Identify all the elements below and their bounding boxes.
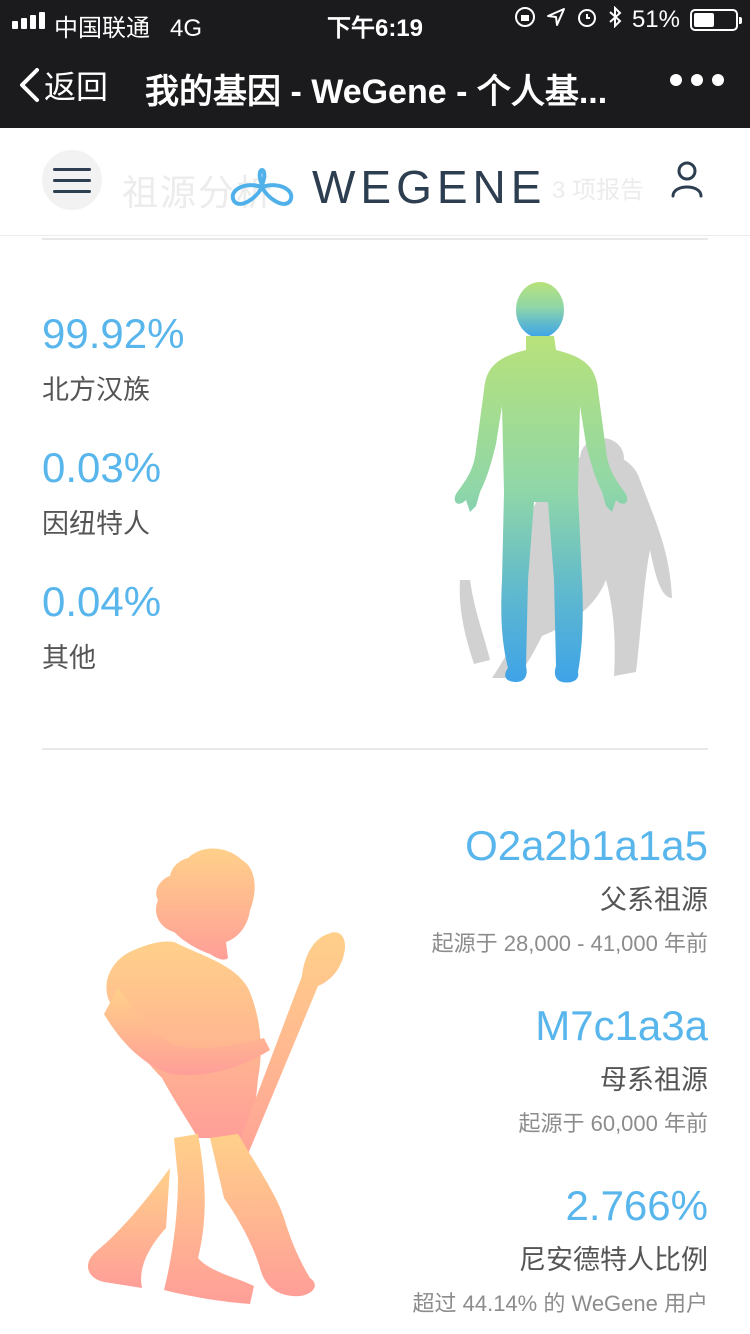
chevron-left-icon <box>20 68 39 102</box>
logo-text: WEGENE <box>312 161 547 213</box>
back-label: 返回 <box>44 69 109 105</box>
wechat-nav-bar: 返回 我的基因 - WeGene - 个人基... <box>0 42 750 128</box>
hamburger-menu-button[interactable] <box>42 150 102 210</box>
maternal-origin-text: 起源于 60,000 年前 <box>518 1111 708 1136</box>
status-bar: 中国联通 4G 下午6:19 51% <box>0 0 750 42</box>
maternal-haplogroup-label: 母系祖源 <box>600 1065 708 1095</box>
battery-percent: 51% <box>631 6 680 33</box>
more-menu-button[interactable] <box>670 74 724 86</box>
location-icon <box>546 7 566 33</box>
paternal-haplogroup-label: 父系祖源 <box>600 885 708 915</box>
ancestry-label: 北方汉族 <box>42 375 150 405</box>
caveman-silhouette-icon <box>87 848 346 1304</box>
bluetooth-icon <box>608 5 622 34</box>
faded-report-count: 3 项报告 <box>552 177 645 204</box>
page-title: 我的基因 - WeGene - 个人基... <box>145 73 608 111</box>
maternal-haplogroup-value: M7c1a3a <box>535 1002 708 1049</box>
neanderthal-label: 尼安德特人比例 <box>519 1245 708 1275</box>
section-divider-middle <box>42 748 708 750</box>
wegene-logo[interactable]: WEGENE <box>226 160 546 214</box>
section-divider-top <box>42 238 708 240</box>
ancestry-percent: 99.92% <box>42 310 185 357</box>
user-account-icon[interactable] <box>670 160 704 203</box>
paternal-origin-text: 起源于 28,000 - 41,000 年前 <box>431 931 708 956</box>
back-button[interactable]: 返回 <box>18 62 108 108</box>
human-figure-illustration <box>430 280 690 705</box>
wegene-logo-icon <box>230 168 294 206</box>
battery-icon <box>690 9 742 31</box>
alarm-icon <box>576 6 598 34</box>
site-header: 祖源分析 3 项报告 WEGENE <box>0 128 750 236</box>
ancestry-percent: 0.04% <box>42 578 162 625</box>
ancestry-label: 因纽特人 <box>42 509 150 539</box>
app-top-bar: 中国联通 4G 下午6:19 51% 返回 我的基因 - WeGene - 个人 <box>0 0 750 128</box>
neanderthal-percent: 2.766% <box>565 1182 708 1229</box>
paternal-haplogroup-value: O2a2b1a1a5 <box>465 822 708 869</box>
neanderthal-comparison-text: 超过 44.14% 的 WeGene 用户 <box>412 1291 709 1316</box>
caveman-figure-illustration <box>78 838 358 1323</box>
ancestry-label: 其他 <box>42 643 96 673</box>
orientation-lock-icon <box>514 6 536 34</box>
ancestry-percent: 0.03% <box>42 444 162 491</box>
